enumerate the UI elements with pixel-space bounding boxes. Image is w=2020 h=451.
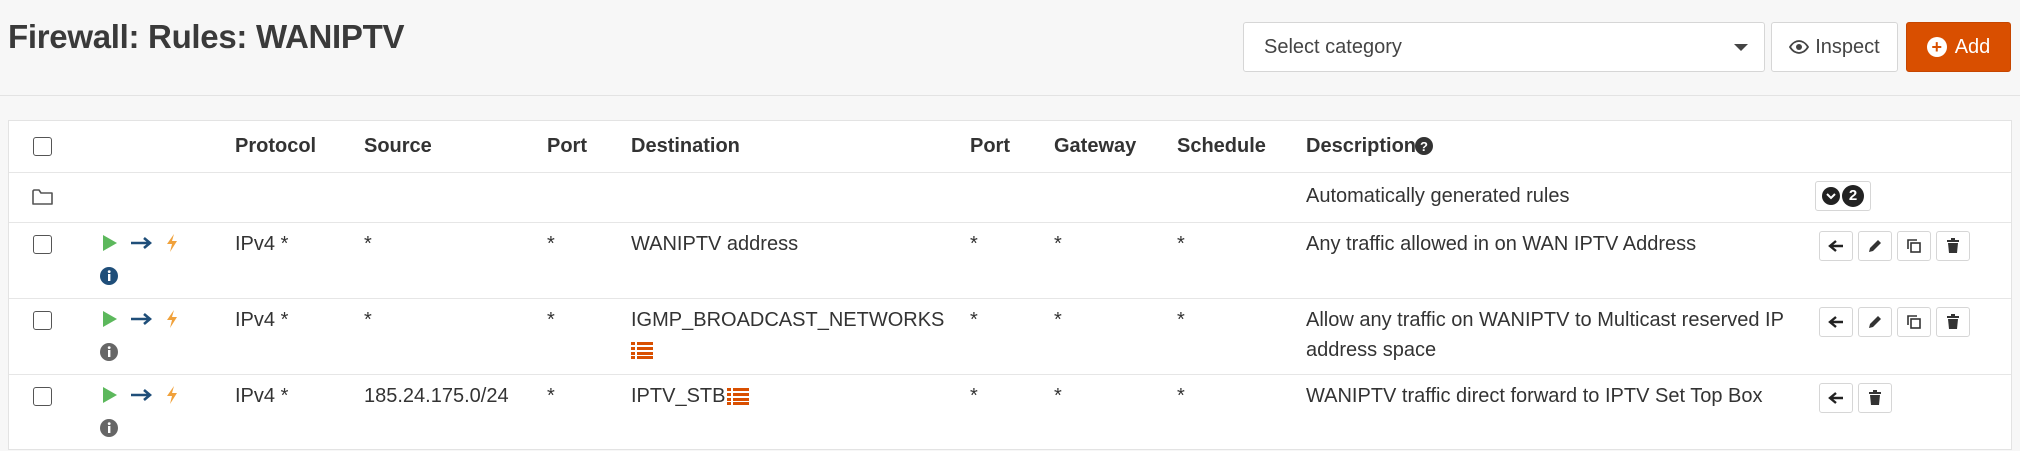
category-select-value: Select category [1264, 36, 1402, 58]
rule-source: * [364, 309, 372, 331]
col-gateway: Gateway [1054, 135, 1137, 157]
rule-description-line2: address space [1306, 339, 1437, 361]
inspect-label: Inspect [1815, 35, 1880, 58]
arrow-left-icon [1828, 316, 1843, 328]
list-icon[interactable] [631, 341, 653, 359]
rule-protocol: IPv4 * [235, 233, 289, 255]
eye-icon [1789, 40, 1810, 54]
trash-icon [1869, 390, 1881, 405]
rule-description: WANIPTV traffic direct forward to IPTV S… [1306, 385, 1763, 407]
expand-group-button[interactable]: 2 [1815, 181, 1871, 211]
col-destination: Destination [631, 135, 740, 157]
rule-destination: IPTV_STB [631, 385, 726, 407]
rule-schedule: * [1177, 385, 1185, 407]
trash-icon [1947, 238, 1959, 253]
select-all-checkbox[interactable] [33, 137, 52, 156]
table-row: IPv4 * * * IGMP_BROADCAST_NETWORKS * * *… [9, 299, 2011, 375]
rule-protocol: IPv4 * [235, 385, 289, 407]
copy-rule-button[interactable] [1897, 231, 1931, 261]
delete-rule-button[interactable] [1936, 231, 1970, 261]
play-icon[interactable] [102, 310, 118, 328]
col-protocol: Protocol [235, 135, 317, 157]
copy-icon [1907, 239, 1921, 253]
category-select[interactable]: Select category [1243, 22, 1765, 72]
rule-dest-port: * [970, 309, 978, 331]
row-checkbox[interactable] [33, 311, 52, 330]
bolt-icon [167, 310, 177, 328]
rule-gateway: * [1054, 309, 1062, 331]
delete-rule-button[interactable] [1936, 307, 1970, 337]
pencil-icon [1869, 240, 1881, 252]
move-rule-button[interactable] [1819, 231, 1853, 261]
arrow-right-icon [131, 389, 152, 401]
rule-protocol: IPv4 * [235, 309, 289, 331]
info-icon[interactable] [100, 267, 118, 285]
copy-rule-button[interactable] [1897, 307, 1931, 337]
info-icon[interactable] [100, 419, 118, 437]
info-icon[interactable] [100, 343, 118, 361]
delete-rule-button[interactable] [1858, 383, 1892, 413]
auto-rules-description: Automatically generated rules [1306, 185, 1570, 207]
bolt-icon [167, 234, 177, 252]
play-icon[interactable] [102, 234, 118, 252]
rule-source: 185.24.175.0/24 [364, 385, 509, 407]
page-header: Firewall: Rules: WANIPTV Select category… [0, 0, 2020, 96]
col-description: Description [1306, 135, 1417, 157]
help-icon[interactable]: ? [1415, 137, 1433, 155]
rule-description: Any traffic allowed in on WAN IPTV Addre… [1306, 233, 1697, 255]
rule-source: * [364, 233, 372, 255]
rule-source-port: * [547, 309, 555, 331]
add-label: Add [1954, 35, 1991, 58]
bolt-icon [167, 386, 177, 404]
table-row: IPv4 * 185.24.175.0/24 * IPTV_STB * * * … [9, 375, 2011, 451]
trash-icon [1947, 314, 1959, 329]
move-rule-button[interactable] [1819, 383, 1853, 413]
col-source: Source [364, 135, 432, 157]
rule-schedule: * [1177, 233, 1185, 255]
col-dest-port: Port [970, 135, 1010, 157]
table-row: IPv4 * * * WANIPTV address * * * Any tra… [9, 223, 2011, 299]
rule-description-line1: Allow any traffic on WANIPTV to Multicas… [1306, 309, 1784, 331]
row-checkbox[interactable] [33, 387, 52, 406]
plus-circle-icon: + [1926, 37, 1947, 57]
rule-destination: IGMP_BROADCAST_NETWORKS [631, 309, 945, 331]
arrow-right-icon [131, 313, 152, 325]
folder-icon [32, 189, 53, 205]
play-icon[interactable] [102, 386, 118, 404]
edit-rule-button[interactable] [1858, 231, 1892, 261]
row-checkbox[interactable] [33, 235, 52, 254]
rule-destination: WANIPTV address [631, 233, 799, 255]
list-icon[interactable] [727, 387, 749, 405]
auto-rules-group-row[interactable]: Automatically generated rules 2 [9, 173, 2011, 223]
arrow-right-icon [131, 237, 152, 249]
col-schedule: Schedule [1177, 135, 1266, 157]
page-title: Firewall: Rules: WANIPTV [8, 18, 405, 55]
table-header-row: Protocol Source Port Destination Port Ga… [9, 121, 2011, 173]
rule-gateway: * [1054, 233, 1062, 255]
rule-source-port: * [547, 233, 555, 255]
pencil-icon [1869, 316, 1881, 328]
rules-table: Protocol Source Port Destination Port Ga… [8, 120, 2012, 450]
arrow-left-icon [1828, 392, 1843, 404]
arrow-left-icon [1828, 240, 1843, 252]
chevron-down-icon [1822, 187, 1840, 205]
copy-icon [1907, 315, 1921, 329]
edit-rule-button[interactable] [1858, 307, 1892, 337]
rule-dest-port: * [970, 385, 978, 407]
rule-source-port: * [547, 385, 555, 407]
caret-down-icon [1734, 44, 1748, 51]
rule-dest-port: * [970, 233, 978, 255]
rule-schedule: * [1177, 309, 1185, 331]
svg-text:?: ? [1420, 139, 1428, 154]
group-count-badge: 2 [1842, 185, 1864, 207]
add-button[interactable]: + Add [1906, 22, 2011, 72]
inspect-button[interactable]: Inspect [1771, 22, 1898, 72]
col-source-port: Port [547, 135, 587, 157]
move-rule-button[interactable] [1819, 307, 1853, 337]
rule-gateway: * [1054, 385, 1062, 407]
